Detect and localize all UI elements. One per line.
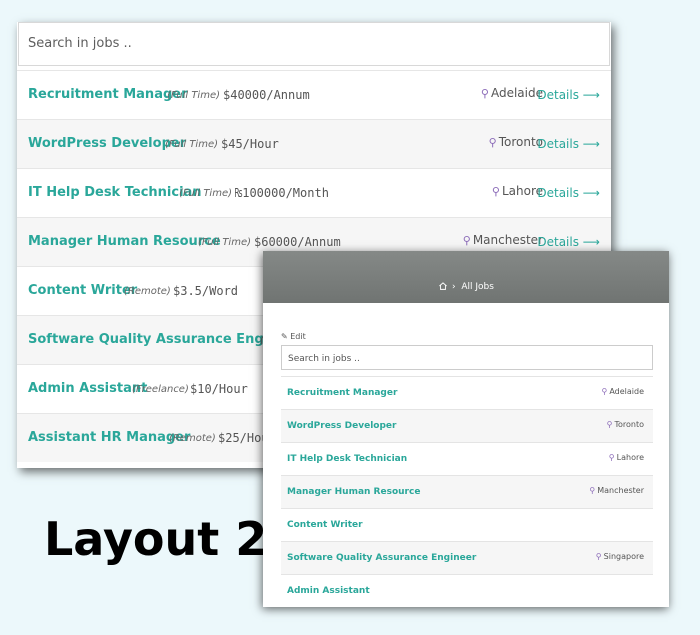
location-text: Manchester	[472, 233, 543, 247]
location-text: Adelaide	[609, 387, 644, 396]
job-salary: $25/Hou	[218, 431, 269, 445]
location-pin-icon: ⚲	[608, 453, 615, 462]
job-row: Content Writer	[281, 508, 653, 541]
edit-icon: ✎	[281, 332, 288, 341]
breadcrumb-separator: ›	[452, 282, 456, 292]
job-location: ⚲ Adelaide	[601, 387, 644, 396]
job-title-link[interactable]: WordPress Developer	[28, 136, 186, 151]
job-salary: ₨100000/Month	[235, 186, 329, 200]
job-type: (Full Time)	[165, 139, 219, 150]
job-title-link[interactable]: IT Help Desk Technician	[28, 185, 202, 200]
job-title-link[interactable]: Content Writer	[28, 283, 137, 298]
job-row: IT Help Desk Technician ⚲ Lahore	[281, 442, 653, 475]
edit-label: Edit	[290, 332, 306, 341]
job-salary: $40000/Annum	[223, 88, 310, 102]
job-location: ⚲ Singapore	[596, 552, 644, 561]
details-link[interactable]: Details ⟶	[537, 186, 600, 200]
job-type: (Freelance)	[132, 384, 189, 395]
search-input[interactable]	[282, 348, 634, 370]
location-pin-icon: ⚲	[480, 87, 489, 100]
location-pin-icon: ⚲	[488, 136, 497, 149]
edit-link[interactable]: ✎ Edit	[281, 332, 306, 341]
page-header: › All Jobs	[263, 251, 669, 303]
location-pin-icon: ⚲	[606, 420, 613, 429]
job-type: (Full Time)	[198, 237, 252, 248]
details-link[interactable]: Details ⟶	[537, 88, 600, 102]
job-title-link[interactable]: Manager Human Resource	[287, 487, 420, 497]
job-salary: $10/Hour	[190, 382, 248, 396]
job-row: Recruitment Manager (Full Time) $40000/A…	[17, 70, 611, 119]
job-row: WordPress Developer (Full Time) $45/Hour…	[17, 119, 611, 168]
search-box	[18, 22, 610, 66]
location-pin-icon: ⚲	[595, 552, 602, 561]
job-row: Manager Human Resource ⚲ Manchester	[281, 475, 653, 508]
details-link[interactable]: Details ⟶	[537, 137, 600, 151]
job-title-link[interactable]: Manager Human Resource	[28, 234, 221, 249]
job-location: ⚲ Lahore	[492, 184, 543, 198]
location-text: Lahore	[616, 453, 644, 462]
job-title-link[interactable]: Software Quality Assurance Engineer	[287, 553, 476, 563]
job-title-link[interactable]: IT Help Desk Technician	[287, 454, 407, 464]
location-text: Singapore	[603, 552, 644, 561]
job-type: (Full Time)	[167, 90, 221, 101]
job-title-link[interactable]: WordPress Developer	[287, 421, 396, 431]
job-title-link[interactable]: Admin Assistant	[28, 381, 147, 396]
breadcrumb: › All Jobs	[263, 282, 669, 292]
home-icon[interactable]	[438, 282, 448, 290]
location-text: Manchester	[597, 486, 644, 495]
location-text: Toronto	[498, 135, 543, 149]
job-location: ⚲ Manchester	[589, 486, 644, 495]
location-pin-icon: ⚲	[491, 185, 500, 198]
location-text: Adelaide	[490, 86, 543, 100]
job-row: Software Quality Assurance Engineer ⚲ Sin…	[281, 541, 653, 574]
job-type: (Full Time)	[179, 188, 233, 199]
location-text: Toronto	[614, 420, 644, 429]
job-row: WordPress Developer ⚲ Toronto	[281, 409, 653, 442]
job-row: IT Help Desk Technician (Full Time) ₨100…	[17, 168, 611, 217]
job-title-link[interactable]: Content Writer	[287, 520, 363, 530]
job-list-panel-layout2: › All Jobs ✎ Edit Recruitment Manager ⚲A…	[263, 251, 669, 607]
search-input[interactable]	[19, 23, 597, 63]
job-location: ⚲ Adelaide	[481, 86, 543, 100]
job-title-link[interactable]: Assistant HR Manager	[28, 430, 190, 445]
job-title-link[interactable]: Admin Assistant	[287, 586, 370, 596]
job-salary: $45/Hour	[221, 137, 279, 151]
location-pin-icon: ⚲	[462, 234, 471, 247]
job-title-link[interactable]: Recruitment Manager	[28, 87, 188, 102]
job-location: ⚲ Manchester	[463, 233, 543, 247]
job-row: Admin Assistant	[281, 574, 653, 607]
job-type: (Remote)	[169, 433, 216, 444]
job-salary: $60000/Annum	[254, 235, 341, 249]
layout-caption: Layout 2	[44, 512, 268, 566]
job-title-link[interactable]: Recruitment Manager	[287, 388, 397, 398]
breadcrumb-all-jobs[interactable]: All Jobs	[461, 282, 494, 292]
job-row: Recruitment Manager ⚲ Adelaide	[281, 376, 653, 409]
details-link[interactable]: Details ⟶	[537, 235, 600, 249]
location-pin-icon: ⚲	[589, 486, 596, 495]
location-pin-icon: ⚲	[601, 387, 608, 396]
job-location: ⚲ Lahore	[609, 453, 644, 462]
job-location: ⚲ Toronto	[489, 135, 543, 149]
job-type: (Remote)	[124, 286, 171, 297]
job-salary: $3.5/Word	[173, 284, 239, 298]
search-box	[281, 345, 653, 370]
job-location: ⚲ Toronto	[607, 420, 644, 429]
